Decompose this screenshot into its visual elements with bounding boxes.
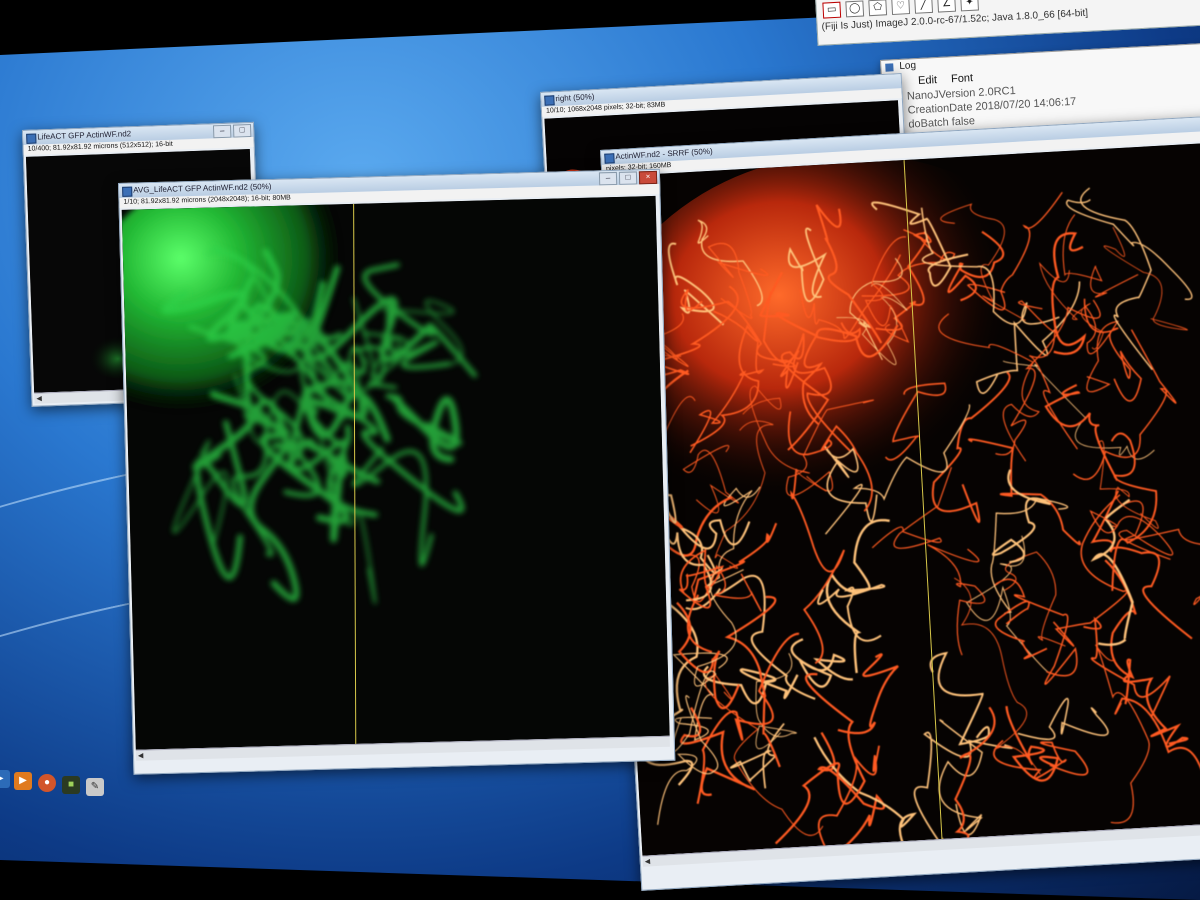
maximize-button[interactable]: □ — [232, 124, 252, 138]
window-icon — [122, 186, 133, 197]
fiji-app-icon[interactable]: ✎ — [86, 778, 104, 796]
media-player-icon[interactable]: ▶ — [14, 772, 32, 790]
minimize-button[interactable]: – — [598, 171, 618, 186]
window-title: AVG_LifeACT GFP ActinWF.nd2 (50%) — [133, 181, 272, 195]
srrf-red-image — [604, 141, 1200, 856]
window-icon — [604, 153, 615, 164]
window-title: LifeACT GFP ActinWF.nd2 — [37, 129, 132, 142]
window-controls: – □ — [212, 124, 252, 139]
angle-tool-icon[interactable]: ∠ — [937, 0, 957, 13]
avg-green-image — [121, 195, 670, 750]
oval-tool-icon[interactable]: ◯ — [845, 0, 865, 18]
log-title: Log — [899, 60, 917, 72]
menu-edit[interactable]: Edit — [918, 72, 938, 89]
polygon-tool-icon[interactable]: ⬠ — [868, 0, 888, 17]
minimize-button[interactable]: – — [212, 124, 232, 139]
close-button[interactable]: × — [638, 170, 658, 185]
window-icon — [544, 95, 555, 106]
window-icon — [26, 133, 37, 144]
window-title: right (50%) — [555, 92, 595, 104]
taskbar-app-icon[interactable]: ▸ — [0, 770, 10, 788]
maximize-button[interactable]: □ — [618, 171, 638, 185]
point-tool-icon[interactable]: ✦ — [960, 0, 979, 12]
firefox-icon[interactable]: ● — [38, 774, 56, 792]
window-controls: – □ × — [598, 170, 658, 186]
scroll-left-icon[interactable]: ◀ — [36, 394, 42, 402]
menu-font[interactable]: Font — [951, 70, 974, 87]
image-canvas[interactable] — [121, 195, 670, 750]
window-title: ActinWF.nd2 - SRRF (50%) — [615, 146, 713, 162]
nis-elements-icon[interactable]: ■ — [62, 776, 80, 794]
freehand-tool-icon[interactable]: ♡ — [891, 0, 911, 15]
image-window-avg: AVG_LifeACT GFP ActinWF.nd2 (50%) – □ × … — [118, 168, 676, 775]
monitor-screen: ▭ ◯ ⬠ ♡ ╱ ∠ ✦ (Fiji Is Just) ImageJ 2.0.0-rc-6… — [0, 0, 1200, 900]
line-tool-icon[interactable]: ╱ — [914, 0, 934, 14]
image-window-srrf: ActinWF.nd2 - SRRF (50%) pixels; 32-bit;… — [600, 114, 1200, 891]
taskbar: ▸ ▶ ● ■ ✎ — [0, 758, 170, 818]
image-canvas[interactable] — [604, 141, 1200, 856]
log-window-icon — [885, 63, 894, 72]
rectangle-tool-icon[interactable]: ▭ — [822, 1, 842, 19]
scroll-left-icon[interactable]: ◀ — [645, 857, 651, 865]
